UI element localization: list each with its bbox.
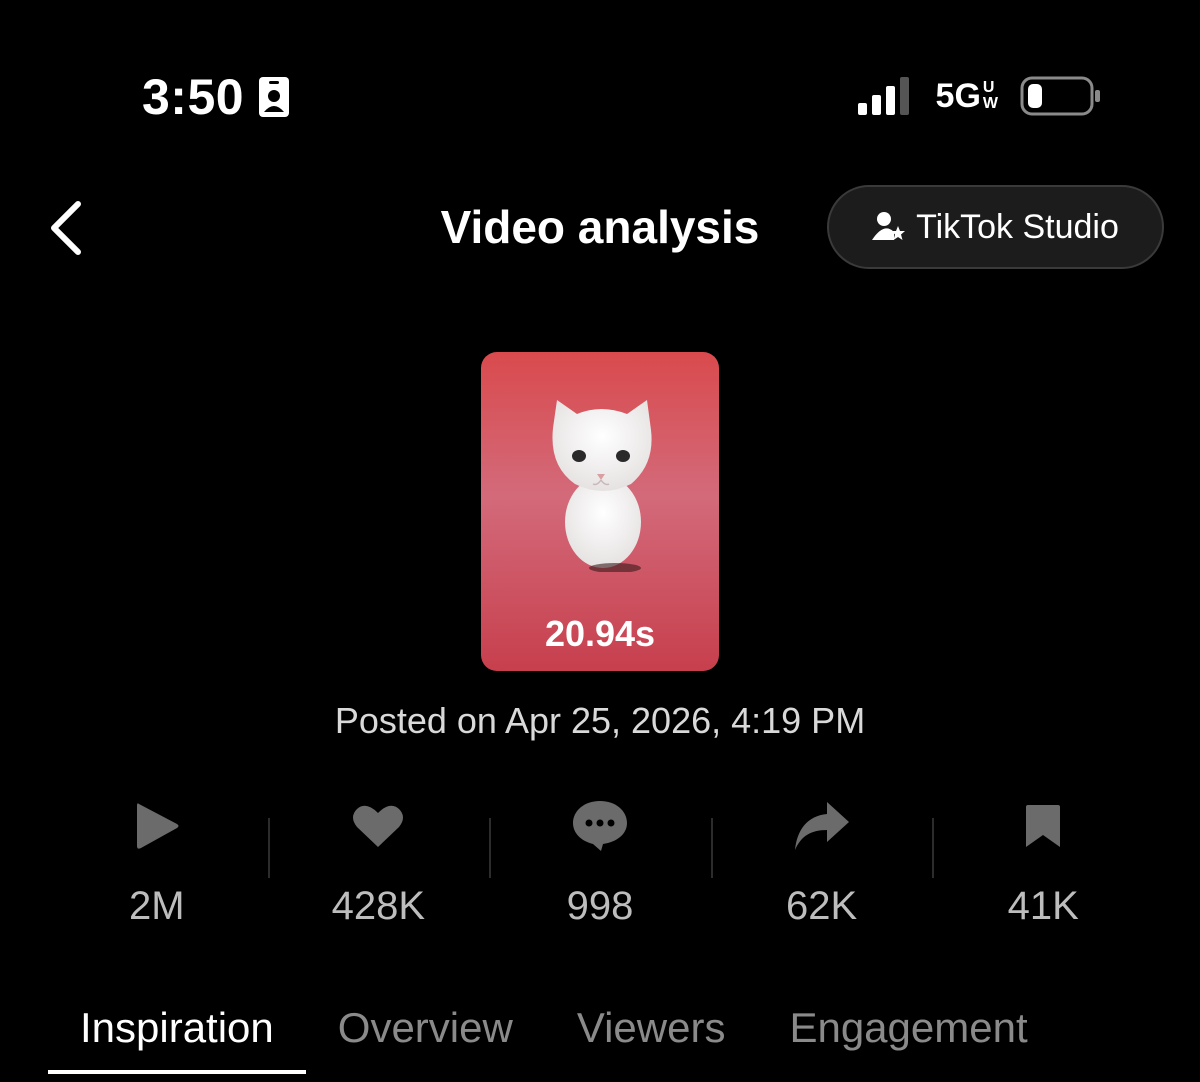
tab-viewers[interactable]: Viewers — [545, 1000, 758, 1074]
status-time: 3:50 — [142, 68, 290, 126]
id-card-icon — [259, 77, 290, 117]
tab-inspiration[interactable]: Inspiration — [48, 1000, 306, 1074]
video-analysis-screen: 3:50 5G U W Video analysis TikTok Studio… — [0, 0, 1200, 1082]
stat-value: 998 — [566, 884, 634, 928]
creator-star-icon — [872, 212, 906, 240]
tab-overview[interactable]: Overview — [306, 1000, 545, 1074]
stat-comments: 998 — [489, 796, 711, 936]
stats-row: 2M 428K 998 62K 41K — [46, 796, 1154, 936]
play-icon — [136, 803, 179, 849]
posted-date: Posted on Apr 25, 2026, 4:19 PM — [334, 700, 866, 741]
stat-saves: 41K — [932, 796, 1154, 936]
stat-views: 2M — [46, 796, 268, 936]
share-icon — [794, 802, 849, 850]
stat-value: 2M — [129, 884, 185, 928]
heart-icon — [353, 805, 404, 847]
network-label: 5G U W — [935, 76, 998, 115]
tiktok-studio-button[interactable]: TikTok Studio — [827, 185, 1164, 269]
divider — [489, 818, 492, 878]
analysis-tabs: Inspiration Overview Viewers Engagement — [48, 1000, 1060, 1074]
stat-shares: 62K — [710, 796, 933, 936]
back-button[interactable] — [44, 198, 92, 258]
stat-likes: 428K — [267, 796, 490, 936]
kitten-image — [552, 400, 652, 572]
battery-icon — [1020, 76, 1100, 116]
stat-value: 41K — [1007, 884, 1079, 928]
tab-engagement[interactable]: Engagement — [757, 1000, 1059, 1074]
video-duration: 20.94s — [544, 613, 656, 654]
video-thumbnail[interactable]: 20.94s — [481, 352, 719, 671]
divider — [267, 818, 270, 878]
clock: 3:50 — [142, 69, 245, 125]
comment-icon — [572, 801, 627, 851]
divider — [932, 818, 935, 878]
stat-value: 428K — [331, 884, 426, 928]
signal-icon — [857, 77, 909, 115]
bookmark-icon — [1026, 805, 1061, 847]
chevron-left-icon — [51, 201, 81, 255]
status-right: 5G U W — [857, 76, 1102, 116]
divider — [710, 818, 713, 878]
studio-button-label: TikTok Studio — [916, 207, 1119, 246]
stat-value: 62K — [785, 884, 858, 928]
